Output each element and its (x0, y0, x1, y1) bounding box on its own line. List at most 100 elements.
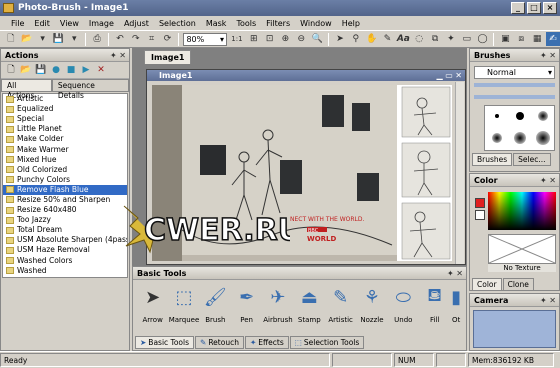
opacity-slider[interactable] (474, 83, 555, 87)
save-action-icon[interactable]: 💾 (35, 64, 47, 76)
actual-size-button[interactable]: 1:1 (229, 32, 245, 46)
actions-list[interactable]: Artistic Equalized Special Little Planet Mak… (2, 93, 128, 278)
maximize-button[interactable]: □ (527, 2, 541, 14)
document-window-buttons[interactable]: ▁ ▭ ✕ (437, 70, 463, 81)
menu-window[interactable]: Window (295, 19, 337, 28)
size-slider[interactable] (474, 95, 555, 99)
grid-icon[interactable]: ▦ (530, 32, 544, 46)
undo-icon[interactable]: ↶ (113, 32, 127, 46)
tab-selection[interactable]: Selec... (513, 153, 551, 166)
record-icon[interactable]: ● (50, 64, 62, 76)
fit-window-icon[interactable]: ⊡ (263, 32, 277, 46)
panel-pin-close-icon[interactable]: ✦ ✕ (540, 174, 556, 187)
tab-color[interactable]: Color (472, 278, 502, 291)
panel-pin-close-icon[interactable]: ✦ ✕ (540, 49, 556, 62)
brush-preset-soft[interactable] (537, 111, 548, 121)
action-item[interactable]: Washed Colors (3, 256, 127, 266)
zoom-out-icon[interactable]: ⊖ (294, 32, 308, 46)
text-icon[interactable]: Aa (396, 32, 410, 46)
fit-icon[interactable]: ⊞ (247, 32, 261, 46)
tool-marquee[interactable]: ⬚ Marquee (168, 284, 200, 336)
tab-retouch[interactable]: ✎ Retouch (195, 336, 244, 349)
delete-action-icon[interactable]: ✕ (95, 64, 107, 76)
open-action-icon[interactable]: 📂 (20, 64, 32, 76)
zoom-select[interactable]: 80% (183, 32, 227, 46)
action-item[interactable]: Punchy Colors (3, 175, 127, 185)
document-tab[interactable]: Image1 (144, 50, 192, 64)
color-spectrum[interactable] (488, 192, 556, 230)
action-item[interactable]: Mixed Hue (3, 155, 127, 165)
tool-arrow[interactable]: ➤ Arrow (137, 284, 168, 336)
tab-basic-tools[interactable]: ➤ Basic Tools (135, 336, 195, 349)
tab-effects[interactable]: ✦ Effects (244, 336, 289, 349)
save-dropdown-icon[interactable]: ▾ (67, 32, 81, 46)
tool-other[interactable]: ▮ Ot (450, 284, 462, 336)
minimize-button[interactable]: _ (511, 2, 525, 14)
tab-sequence-details[interactable]: Sequence Details (51, 79, 129, 100)
brush-preset-dot[interactable] (494, 114, 499, 118)
stop-icon[interactable]: ■ (65, 64, 77, 76)
brush-preset-soft[interactable] (491, 133, 502, 143)
lasso-icon[interactable]: ◌ (412, 32, 426, 46)
tool-brush[interactable]: 🖌 Brush (200, 284, 231, 336)
tool-undo[interactable]: ⬭ Undo (388, 284, 419, 336)
action-item[interactable]: Make Warmer (3, 144, 127, 154)
layers-icon[interactable]: ⧈ (514, 32, 528, 46)
open-folder-icon[interactable]: 📂 (20, 32, 34, 46)
tab-selection-tools[interactable]: ⬚ Selection Tools (289, 336, 365, 349)
rotate-icon[interactable]: ⟳ (161, 32, 175, 46)
texture-preview[interactable] (488, 234, 556, 264)
panel-pin-close-icon[interactable]: ✦ ✕ (447, 267, 463, 280)
play-icon[interactable]: ▶ (80, 64, 92, 76)
action-item[interactable]: Too Jazzy (3, 215, 127, 225)
tab-all-actions[interactable]: All Actions (1, 79, 52, 100)
tool-airbrush[interactable]: ✈ Airbrush (262, 284, 293, 336)
action-item[interactable]: Make Colder (3, 134, 127, 144)
menu-view[interactable]: View (55, 19, 84, 28)
menu-image[interactable]: Image (84, 19, 119, 28)
menu-selection[interactable]: Selection (154, 19, 201, 28)
tool-artistic[interactable]: ✎ Artistic (325, 284, 356, 336)
menu-file[interactable]: File (6, 19, 29, 28)
print-icon[interactable]: ⎙ (90, 32, 104, 46)
tool-nozzle[interactable]: ⚘ Nozzle (356, 284, 387, 336)
save-icon[interactable]: 💾 (52, 32, 66, 46)
new-file-icon[interactable]: 🗋 (4, 32, 18, 46)
zoom-in-icon[interactable]: ⊕ (279, 32, 293, 46)
brush-preset-dot[interactable] (515, 112, 524, 120)
tool-stamp[interactable]: ⏏ Stamp (294, 284, 325, 336)
menu-adjust[interactable]: Adjust (119, 19, 154, 28)
eyedropper-icon[interactable]: ✎ (381, 32, 395, 46)
panel-pin-close-icon[interactable]: ✦ ✕ (540, 294, 556, 307)
screen-icon[interactable]: ▣ (498, 32, 512, 46)
foreground-color-swatch[interactable] (475, 198, 485, 208)
clone-icon[interactable]: ⧉ (428, 32, 442, 46)
close-button[interactable]: × (543, 2, 557, 14)
select-ellipse-icon[interactable]: ◯ (476, 32, 490, 46)
brush-preset-soft[interactable] (535, 131, 550, 145)
tool-fill[interactable]: ⛾ Fill (419, 284, 450, 336)
wand-icon[interactable]: ✦ (444, 32, 458, 46)
menu-mask[interactable]: Mask (201, 19, 232, 28)
crop-icon[interactable]: ⌗ (145, 32, 159, 46)
hand-icon[interactable]: ✋ (365, 32, 379, 46)
action-item[interactable]: Washed (3, 266, 127, 276)
zoom-icon[interactable]: 🔍 (310, 32, 324, 46)
select-rect-icon[interactable]: ▭ (460, 32, 474, 46)
action-item[interactable]: Little Planet (3, 124, 127, 134)
vertical-scrollbar[interactable] (455, 82, 464, 264)
menu-help[interactable]: Help (337, 19, 365, 28)
action-item[interactable]: Total Dream (3, 225, 127, 235)
tool-pen[interactable]: ✒ Pen (231, 284, 262, 336)
redo-icon[interactable]: ↷ (129, 32, 143, 46)
magnify-icon[interactable]: ⚲ (349, 32, 363, 46)
brush-presets[interactable] (484, 105, 555, 151)
tab-clone[interactable]: Clone (502, 278, 534, 291)
menu-edit[interactable]: Edit (29, 19, 55, 28)
panel-pin-close-icon[interactable]: ✦ ✕ (110, 49, 126, 62)
action-item[interactable]: USM Absolute Sharpen (4pass) (3, 235, 127, 245)
menu-filters[interactable]: Filters (261, 19, 295, 28)
action-item[interactable]: Equalized (3, 104, 127, 114)
open-dropdown-icon[interactable]: ▾ (36, 32, 50, 46)
action-item[interactable]: USM Haze Removal (3, 245, 127, 255)
